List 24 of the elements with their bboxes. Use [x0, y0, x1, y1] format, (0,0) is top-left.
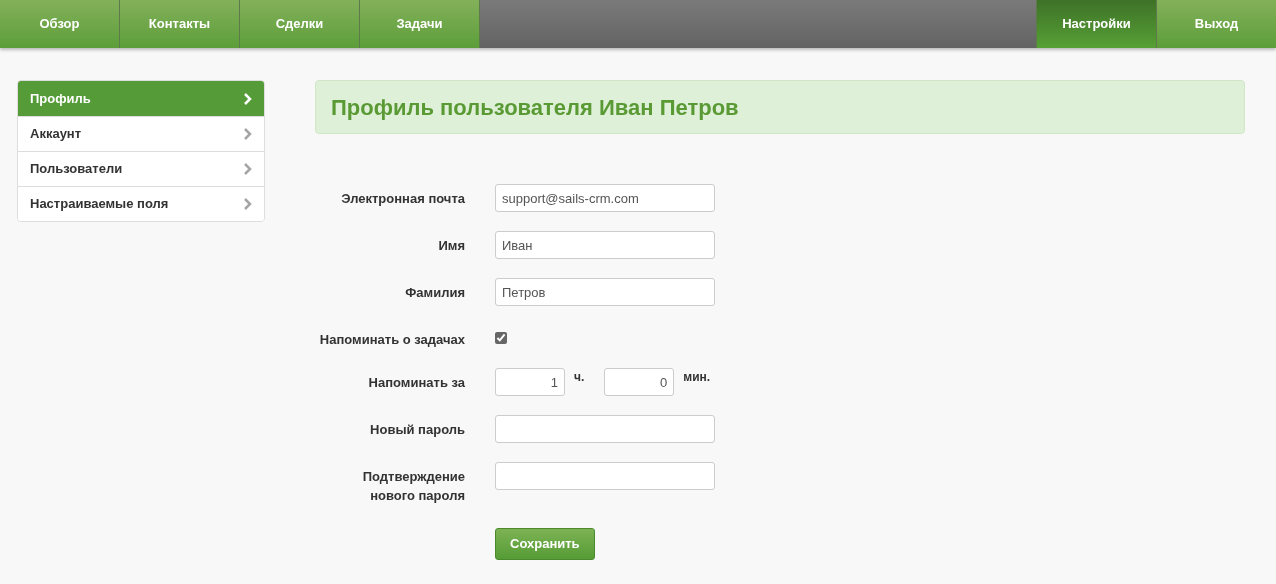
- field-label: Напоминать о задачах: [318, 331, 465, 349]
- unit-label: ч.: [574, 369, 585, 386]
- field-label: Электронная почта: [340, 190, 465, 208]
- input-field[interactable]: [495, 415, 715, 443]
- input-field[interactable]: Петров: [495, 278, 715, 306]
- input-field[interactable]: Иван: [495, 231, 715, 259]
- unit-label: мин.: [683, 369, 711, 386]
- field-label: Фамилия: [404, 284, 465, 302]
- checkbox[interactable]: [495, 331, 507, 344]
- input-field[interactable]: support@sails-crm.com: [495, 184, 715, 212]
- input-field[interactable]: [495, 462, 715, 490]
- sidebar-item[interactable]: Настраиваемые поля: [18, 186, 264, 221]
- chevron-right-icon: [243, 198, 252, 210]
- field-label: Новый пароль: [369, 421, 465, 439]
- chevron-right-icon: [243, 128, 252, 140]
- nav-tab[interactable]: Настройки: [1036, 0, 1156, 48]
- input-field[interactable]: 0: [604, 368, 675, 396]
- field-label: Напоминать за: [367, 374, 465, 392]
- input-field[interactable]: 1: [495, 368, 565, 396]
- page-title: Профиль пользователя Иван Петров: [315, 80, 1245, 134]
- chevron-right-icon: [243, 163, 252, 175]
- field-label: Имя: [437, 237, 465, 255]
- chevron-right-icon: [243, 92, 252, 105]
- field-label: Подтверждение нового пароля: [361, 468, 465, 505]
